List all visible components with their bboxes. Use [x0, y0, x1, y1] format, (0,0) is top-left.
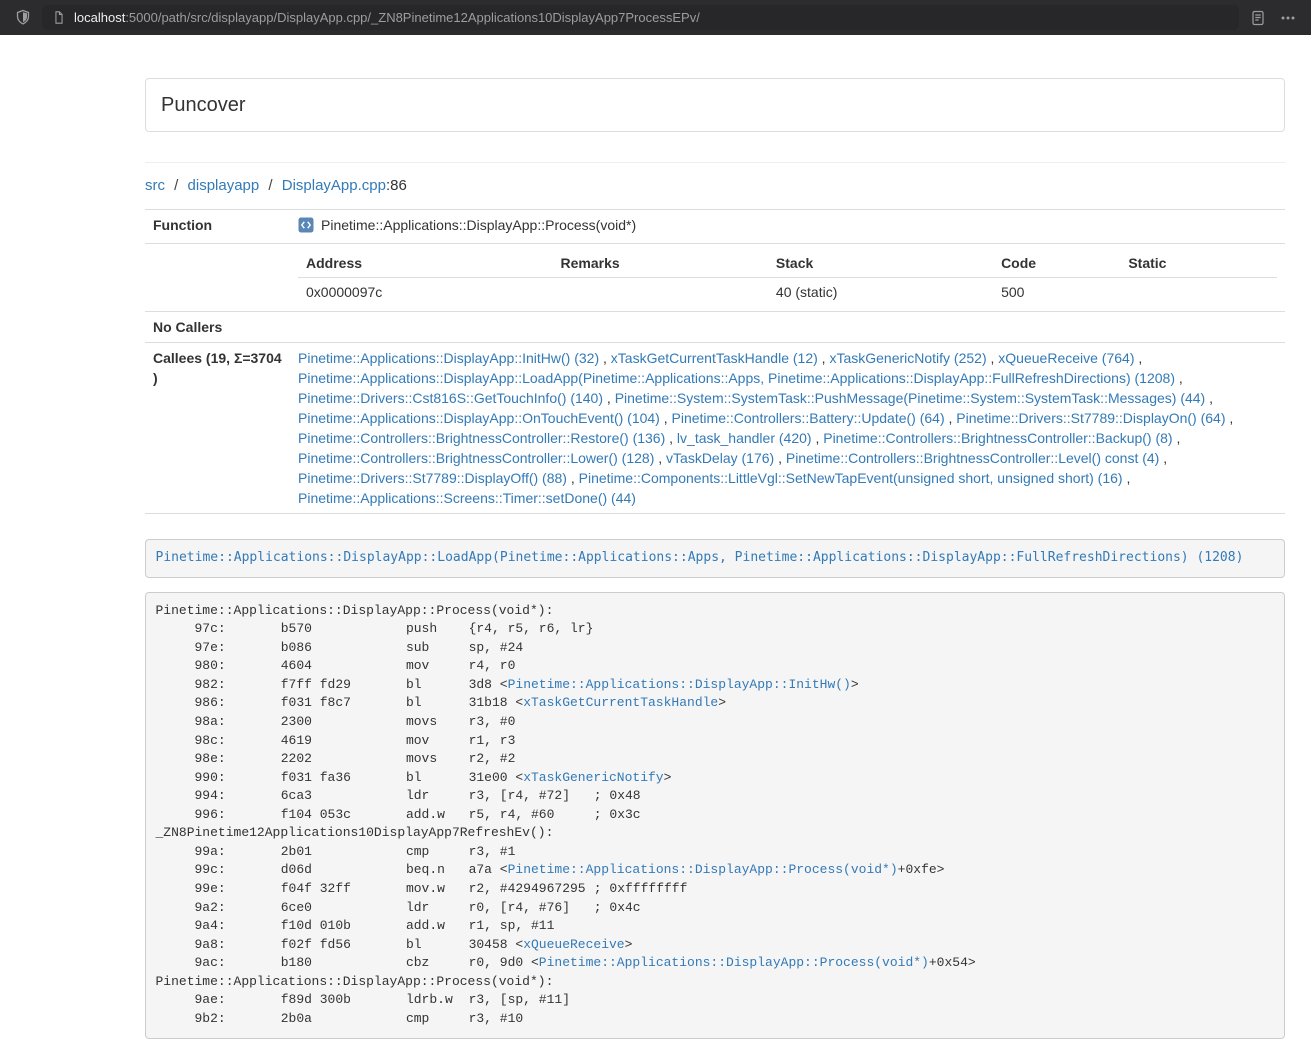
callee-link[interactable]: Pinetime::Controllers::BrightnessControl…: [823, 430, 1172, 446]
breadcrumb-link-displayapp[interactable]: displayapp: [188, 177, 260, 194]
callee-link[interactable]: Pinetime::Controllers::BrightnessControl…: [298, 430, 665, 446]
function-cell: Pinetime::Applications::DisplayApp::Proc…: [290, 210, 1285, 244]
stats-row-spacer: [145, 244, 290, 312]
no-callers-row: No Callers: [145, 312, 1285, 343]
divider: [145, 162, 1285, 163]
disassembly-symbol-link[interactable]: Pinetime::Applications::DisplayApp::Init…: [508, 677, 851, 692]
column-header-stack: Stack: [768, 249, 993, 278]
column-header-address: Address: [298, 249, 553, 278]
reader-view-icon[interactable]: [1247, 6, 1269, 30]
app-header-panel: Puncover: [145, 78, 1285, 132]
function-icon: [298, 217, 314, 238]
breadcrumb-link-src[interactable]: src: [145, 177, 165, 194]
url-bar[interactable]: localhost:5000/path/src/displayapp/Displ…: [42, 5, 1239, 30]
disassembly-code: Pinetime::Applications::DisplayApp::Proc…: [156, 603, 976, 1026]
remarks-value: [553, 278, 768, 307]
disassembly-symbol-link[interactable]: xQueueReceive: [523, 937, 624, 952]
callee-link[interactable]: Pinetime::Components::LittleVgl::SetNewT…: [579, 470, 1123, 486]
url-text: localhost:5000/path/src/displayapp/Displ…: [74, 10, 700, 25]
callee-link[interactable]: Pinetime::Applications::DisplayApp::OnTo…: [298, 410, 660, 426]
callee-link[interactable]: lv_task_handler (420): [677, 430, 812, 446]
page-content: Puncover src / displayapp / DisplayApp.c…: [145, 78, 1285, 1039]
static-value: [1120, 278, 1277, 307]
menu-icon[interactable]: [1277, 6, 1299, 30]
no-callers-label: No Callers: [145, 312, 290, 343]
breadcrumb-link-file[interactable]: DisplayApp.cpp: [282, 177, 386, 194]
shield-icon[interactable]: [12, 6, 34, 30]
disassembly-symbol-link[interactable]: Pinetime::Applications::DisplayApp::Proc…: [508, 862, 898, 877]
callee-link[interactable]: Pinetime::Drivers::Cst816S::GetTouchInfo…: [298, 390, 603, 406]
callees-cell: Pinetime::Applications::DisplayApp::Init…: [290, 343, 1285, 514]
stats-table: Address Remarks Stack Code Static 0x0000…: [298, 249, 1277, 306]
page-icon: [51, 10, 67, 26]
callee-link[interactable]: Pinetime::Controllers::Battery::Update()…: [672, 410, 945, 426]
column-header-code: Code: [993, 249, 1120, 278]
callee-link[interactable]: Pinetime::Controllers::BrightnessControl…: [298, 450, 654, 466]
url-host: localhost: [74, 10, 125, 25]
breadcrumb-separator: /: [268, 177, 272, 194]
disassembly-symbol-link[interactable]: xTaskGetCurrentTaskHandle: [523, 695, 718, 710]
callee-link[interactable]: Pinetime::Applications::DisplayApp::Init…: [298, 350, 599, 366]
callee-link[interactable]: xQueueReceive (764): [998, 350, 1134, 366]
callee-link[interactable]: Pinetime::Controllers::BrightnessControl…: [786, 450, 1159, 466]
breadcrumb: src / displayapp / DisplayApp.cpp:86: [145, 176, 1285, 196]
stats-value-row: 0x0000097c 40 (static) 500: [298, 278, 1277, 307]
disassembly-symbol-link[interactable]: xTaskGenericNotify: [523, 770, 663, 785]
disassembly-symbol-link[interactable]: Pinetime::Applications::DisplayApp::Proc…: [539, 955, 929, 970]
function-row: Function Pinetime::Applications::Display…: [145, 210, 1285, 244]
highlighted-symbol-link[interactable]: Pinetime::Applications::DisplayApp::Load…: [156, 550, 1244, 565]
callee-link[interactable]: Pinetime::Drivers::St7789::DisplayOn() (…: [956, 410, 1225, 426]
url-path: :5000/path/src/displayapp/DisplayApp.cpp…: [125, 10, 700, 25]
breadcrumb-separator: /: [174, 177, 178, 194]
disassembly: Pinetime::Applications::DisplayApp::Proc…: [145, 592, 1285, 1039]
callees-row: Callees (19, Σ=3704 ) Pinetime::Applicat…: [145, 343, 1285, 514]
stats-row: Address Remarks Stack Code Static 0x0000…: [145, 244, 1285, 312]
stats-header-row: Address Remarks Stack Code Static: [298, 249, 1277, 278]
code-value: 500: [993, 278, 1120, 307]
callee-link[interactable]: Pinetime::Drivers::St7789::DisplayOff() …: [298, 470, 567, 486]
symbol-table: Function Pinetime::Applications::Display…: [145, 209, 1285, 514]
page-title: Puncover: [161, 93, 1269, 117]
callee-link[interactable]: vTaskDelay (176): [666, 450, 774, 466]
breadcrumb-line-number: :86: [386, 177, 407, 194]
callee-link[interactable]: Pinetime::Applications::DisplayApp::Load…: [298, 370, 1175, 386]
highlighted-symbol-box: Pinetime::Applications::DisplayApp::Load…: [145, 539, 1285, 578]
address-value: 0x0000097c: [298, 278, 553, 307]
no-callers-cell: [290, 312, 1285, 343]
column-header-remarks: Remarks: [553, 249, 768, 278]
callees-label: Callees (19, Σ=3704 ): [145, 343, 290, 514]
callee-link[interactable]: xTaskGenericNotify (252): [829, 350, 986, 366]
column-header-static: Static: [1120, 249, 1277, 278]
callee-link[interactable]: Pinetime::System::SystemTask::PushMessag…: [615, 390, 1206, 406]
browser-chrome: localhost:5000/path/src/displayapp/Displ…: [0, 0, 1311, 35]
callee-link[interactable]: xTaskGetCurrentTaskHandle (12): [611, 350, 818, 366]
callee-link[interactable]: Pinetime::Applications::Screens::Timer::…: [298, 490, 636, 506]
function-name: Pinetime::Applications::DisplayApp::Proc…: [321, 217, 636, 233]
function-label: Function: [145, 210, 290, 244]
stack-value: 40 (static): [768, 278, 993, 307]
